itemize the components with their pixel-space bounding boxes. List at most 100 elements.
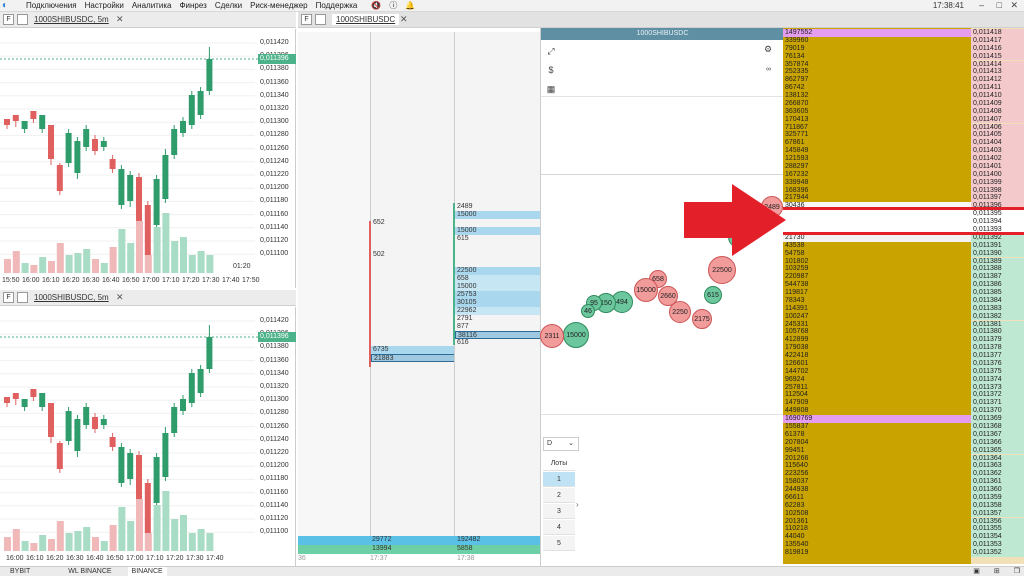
ladder-row[interactable]: 115640 0,011363 xyxy=(783,462,1024,471)
ladder-row[interactable]: 158037 0,011361 xyxy=(783,478,1024,486)
ladder-row[interactable]: 1690769 0,011369 xyxy=(783,415,1024,423)
ladder-row[interactable]: 67861 0,011404 xyxy=(783,139,1024,148)
tab-binance[interactable]: BINANCE xyxy=(127,567,167,576)
lots-option[interactable]: 4 xyxy=(543,520,575,535)
lots-option[interactable]: 1 xyxy=(543,472,575,487)
ladder-row[interactable]: 78343 0,011384 xyxy=(783,296,1024,305)
ladder-row[interactable]: 167232 0,011400 xyxy=(783,170,1024,179)
ladder-row[interactable]: 110218 0,011355 xyxy=(783,525,1024,534)
timeframe-select[interactable]: D ⌄ xyxy=(543,437,579,451)
ladder-row[interactable]: 105768 0,011380 xyxy=(783,328,1024,337)
chart-tool-icon[interactable]: ⤢ xyxy=(543,43,559,59)
close-icon[interactable]: ✕ xyxy=(1010,0,1018,11)
ladder-row[interactable]: 201361 0,011356 xyxy=(783,517,1024,526)
ladder-row[interactable]: 138132 0,011410 xyxy=(783,92,1024,100)
dom-expand-icon[interactable] xyxy=(315,14,326,25)
menu-finrez[interactable]: Финрез xyxy=(179,1,206,10)
menu-trades[interactable]: Сделки xyxy=(215,1,242,10)
chart1[interactable]: 0,011420 0,0113960,011380 0,011360 0,011340… xyxy=(0,29,296,288)
ladder-row[interactable]: 61378 0,011367 xyxy=(783,430,1024,439)
menu-connections[interactable]: Подключения xyxy=(26,1,77,10)
ladder-row[interactable]: 711867 0,011406 xyxy=(783,123,1024,132)
chart1-title[interactable]: 1000SHIBUSDC, 5m xyxy=(34,15,109,24)
ladder-row[interactable]: 144702 0,011375 xyxy=(783,367,1024,376)
mute-icon[interactable]: 🔇 xyxy=(371,1,381,10)
ladder-row[interactable]: 201266 0,011364 xyxy=(783,454,1024,463)
maximize-icon[interactable]: □ xyxy=(997,0,1002,10)
ladder-row[interactable]: 103259 0,011388 xyxy=(783,265,1024,274)
ladder-row[interactable]: 257811 0,011373 xyxy=(783,383,1024,392)
ladder-row[interactable]: 819819 0,011352 xyxy=(783,549,1024,557)
ladder-row[interactable]: 126601 0,011376 xyxy=(783,359,1024,368)
chart1-expand-icon[interactable] xyxy=(17,14,28,25)
chart2-f-badge[interactable]: F xyxy=(3,292,14,303)
lots-option[interactable]: 5 xyxy=(543,536,575,551)
ladder-row[interactable]: 170413 0,011407 xyxy=(783,115,1024,124)
ladder-row[interactable]: 252335 0,011413 xyxy=(783,68,1024,77)
menu-risk-manager[interactable]: Риск-менеджер xyxy=(250,1,308,10)
layout-icon[interactable]: ⊞ xyxy=(990,567,1004,576)
menu-analytics[interactable]: Аналитика xyxy=(132,1,172,10)
help-icon[interactable]: ⓘ xyxy=(389,0,397,11)
ladder-row[interactable]: 155837 0,011368 xyxy=(783,423,1024,431)
ladder-row[interactable]: 99451 0,011365 xyxy=(783,446,1024,455)
chevron-right-icon[interactable]: › xyxy=(576,500,579,509)
chart1-canvas[interactable] xyxy=(0,29,296,288)
ladder-row[interactable]: 147909 0,011371 xyxy=(783,399,1024,408)
ladder-row[interactable]: 207804 0,011366 xyxy=(783,438,1024,447)
ladder-row[interactable]: 412899 0,011379 xyxy=(783,336,1024,345)
ladder-row[interactable]: 54758 0,011390 xyxy=(783,249,1024,258)
chart1-close-icon[interactable]: ✕ xyxy=(116,14,124,25)
chart2-expand-icon[interactable] xyxy=(17,292,28,303)
ladder-row[interactable]: 357874 0,011414 xyxy=(783,60,1024,69)
ladder-row[interactable]: 339960 0,011417 xyxy=(783,36,1024,45)
ladder-row[interactable]: 422418 0,011377 xyxy=(783,352,1024,360)
ladder-row[interactable]: 245331 0,011381 xyxy=(783,320,1024,329)
ladder-row[interactable]: 363605 0,011408 xyxy=(783,107,1024,116)
ladder-row[interactable]: 220987 0,011387 xyxy=(783,273,1024,282)
ladder-row[interactable]: 96924 0,011374 xyxy=(783,375,1024,384)
ladder-row[interactable]: 266870 0,011409 xyxy=(783,99,1024,108)
ladder-row[interactable]: 43538 0,011391 xyxy=(783,241,1024,250)
settings-gear-icon[interactable]: ⚙ xyxy=(764,44,772,55)
chart2-close-icon[interactable]: ✕ xyxy=(116,292,124,303)
ladder-row[interactable]: 544738 0,011386 xyxy=(783,281,1024,289)
ladder-row[interactable]: 101802 0,011389 xyxy=(783,257,1024,266)
ladder-row[interactable]: 119817 0,011385 xyxy=(783,289,1024,297)
ladder-row[interactable]: 223256 0,011362 xyxy=(783,470,1024,479)
ladder-row[interactable]: 244938 0,011360 xyxy=(783,486,1024,494)
notifications-icon[interactable]: 🔔 xyxy=(405,1,415,10)
ladder-row[interactable]: 1497552 0,011418 xyxy=(783,29,1024,37)
price-ladder[interactable]: 1497552 0,011418 339960 0,011417 79019 0,0114… xyxy=(783,28,1024,564)
ladder-row[interactable]: 112504 0,011372 xyxy=(783,391,1024,400)
minimize-icon[interactable]: – xyxy=(979,0,984,10)
ladder-row[interactable]: 100247 0,011382 xyxy=(783,312,1024,321)
menu-support[interactable]: Поддержка xyxy=(316,1,358,10)
ladder-row[interactable]: 21730 0,011392 xyxy=(783,233,1024,242)
ladder-row[interactable]: 339948 0,011399 xyxy=(783,178,1024,187)
screenshot-icon[interactable]: ▣ xyxy=(969,567,984,576)
ladder-row[interactable]: 44040 0,011354 xyxy=(783,533,1024,542)
ladder-row[interactable]: 449808 0,011370 xyxy=(783,407,1024,416)
chart2[interactable]: 0,011420 0,0113960,011380 0,011360 0,011340… xyxy=(0,307,296,566)
infinity-icon[interactable]: ∞ xyxy=(766,66,771,73)
menu-settings[interactable]: Настройки xyxy=(85,1,124,10)
ladder-row[interactable]: 288297 0,011401 xyxy=(783,162,1024,171)
ladder-row[interactable]: 76134 0,011415 xyxy=(783,52,1024,61)
dom-title[interactable]: 1000SHIBUSDC xyxy=(332,14,400,25)
ladder-row[interactable]: 79019 0,011416 xyxy=(783,44,1024,53)
ladder-row[interactable]: 86742 0,011411 xyxy=(783,84,1024,92)
ladder-row[interactable]: 62283 0,011358 xyxy=(783,501,1024,510)
dom-close-icon[interactable]: ✕ xyxy=(400,14,408,25)
ladder-row[interactable]: 145849 0,011403 xyxy=(783,147,1024,155)
chart1-f-badge[interactable]: F xyxy=(3,14,14,25)
ladder-row[interactable]: 0,011395 xyxy=(783,210,1024,219)
ladder-row[interactable]: 862797 0,011412 xyxy=(783,76,1024,85)
ladder-row[interactable]: 0,011394 xyxy=(783,218,1024,226)
calculator-icon[interactable]: ▦ xyxy=(543,81,559,97)
chart2-title[interactable]: 1000SHIBUSDC, 5m xyxy=(34,293,109,302)
window-icon[interactable]: ❐ xyxy=(1010,567,1024,576)
dollar-icon[interactable]: $ xyxy=(543,62,559,78)
lots-option[interactable]: 3 xyxy=(543,504,575,519)
ladder-row[interactable]: 135540 0,011353 xyxy=(783,541,1024,549)
